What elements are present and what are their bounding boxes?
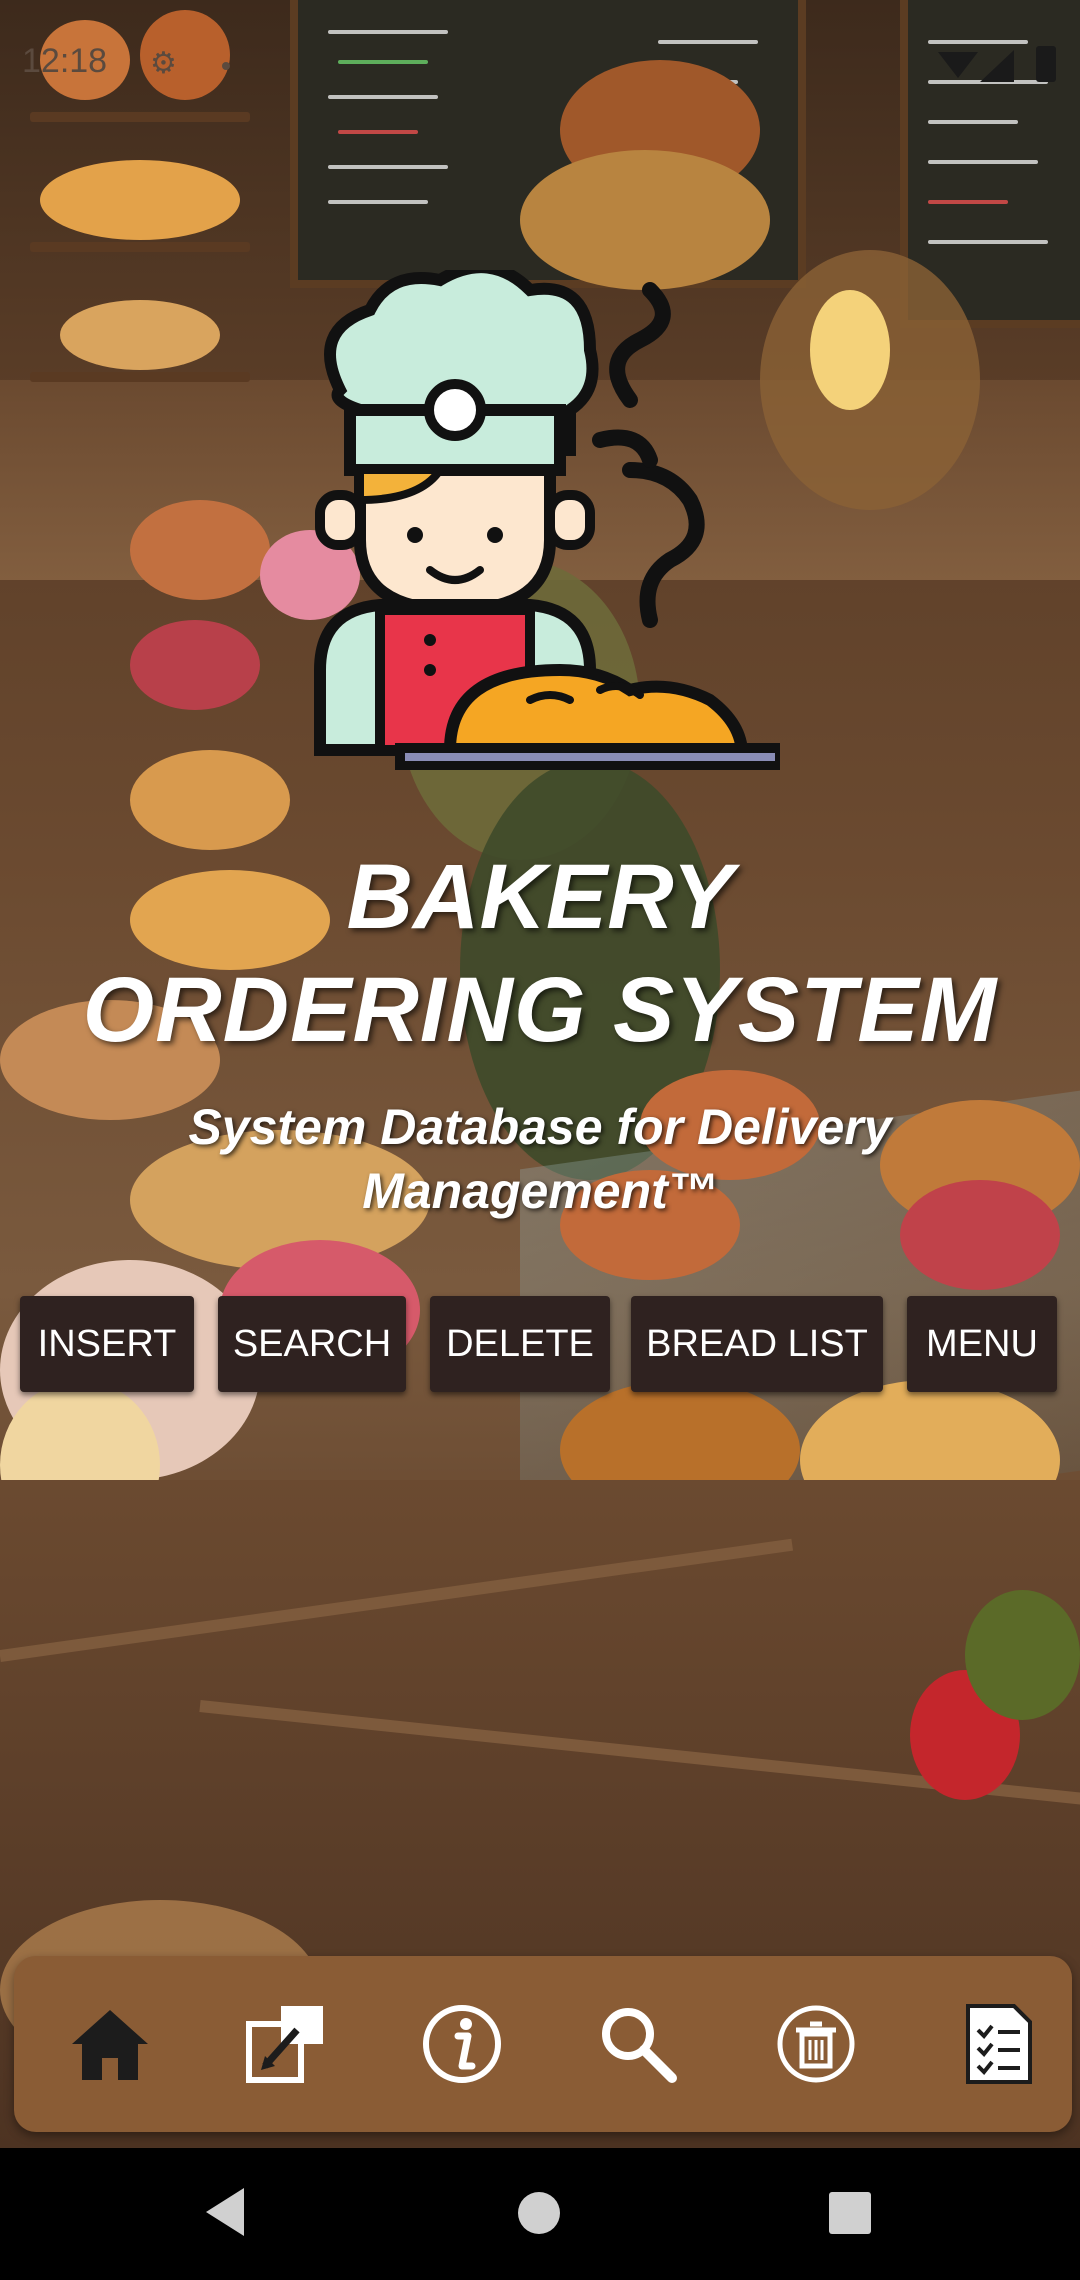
app-subtitle: System Database for Delivery Management™ bbox=[188, 1099, 892, 1219]
recent-apps-icon[interactable] bbox=[829, 2192, 871, 2234]
signal-icon bbox=[980, 50, 1014, 82]
list-icon[interactable] bbox=[954, 2000, 1042, 2088]
menu-button[interactable]: MENU bbox=[907, 1296, 1057, 1392]
info-icon[interactable] bbox=[418, 2000, 506, 2088]
app-title-line-1: BAKERY bbox=[346, 846, 734, 948]
bread-list-button[interactable]: BREAD LIST bbox=[631, 1296, 883, 1392]
wifi-icon bbox=[938, 52, 978, 78]
edit-icon[interactable] bbox=[241, 2000, 329, 2088]
search-button[interactable]: SEARCH bbox=[218, 1296, 406, 1392]
baker-logo-icon bbox=[314, 270, 780, 770]
notification-dot-icon bbox=[222, 62, 230, 70]
insert-button[interactable]: INSERT bbox=[20, 1296, 194, 1392]
home-circle-icon[interactable] bbox=[518, 2192, 560, 2234]
home-icon[interactable] bbox=[66, 2000, 154, 2088]
status-time: 12:18 bbox=[22, 42, 108, 80]
battery-icon bbox=[1036, 46, 1056, 82]
back-icon[interactable] bbox=[206, 2188, 244, 2236]
trash-icon[interactable] bbox=[772, 2000, 860, 2088]
delete-button[interactable]: DELETE bbox=[430, 1296, 610, 1392]
search-icon[interactable] bbox=[594, 2000, 682, 2088]
status-bar: 12:18 ⚙ bbox=[0, 0, 1080, 82]
system-navigation-bar bbox=[0, 2148, 1080, 2280]
app-title-line-2: ORDERING SYSTEM bbox=[82, 959, 998, 1061]
settings-icon: ⚙ bbox=[150, 47, 177, 80]
bottom-navigation bbox=[14, 1956, 1072, 2132]
